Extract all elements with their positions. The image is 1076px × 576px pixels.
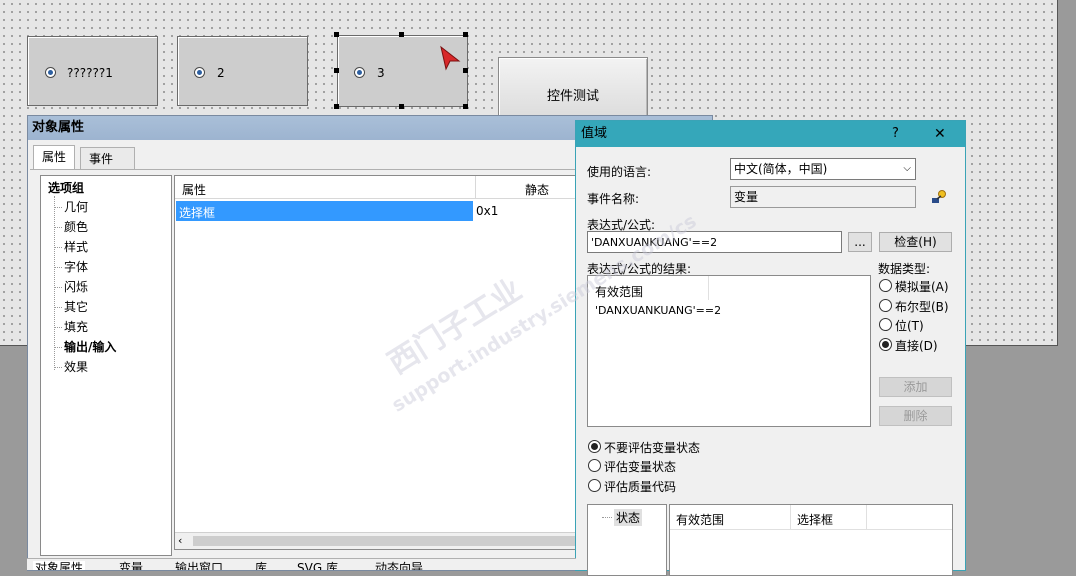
datatype-label-bit: 位(T) bbox=[895, 319, 924, 333]
event-name-label: 事件名称: bbox=[587, 192, 640, 206]
datatype-label-direct: 直接(D) bbox=[895, 339, 938, 353]
close-button[interactable]: ✕ bbox=[934, 121, 946, 147]
selection-handle[interactable] bbox=[463, 32, 468, 37]
delete-button[interactable]: 删除 bbox=[879, 406, 952, 426]
dialog-title-bar: 值域 ? ✕ bbox=[576, 121, 965, 147]
grid-row-selected[interactable]: 选择框 bbox=[176, 201, 473, 221]
grid-header-static[interactable]: 静态 bbox=[525, 181, 549, 198]
browse-button[interactable]: ... bbox=[848, 232, 872, 252]
radio-option-label: 3 bbox=[377, 66, 385, 80]
radio-button-icon[interactable] bbox=[194, 67, 205, 78]
tab-properties[interactable]: 属性 bbox=[33, 145, 76, 170]
tree-item-output-input[interactable]: 输出/输入 bbox=[53, 338, 116, 356]
radio-option-box-2[interactable]: 2 bbox=[177, 36, 308, 106]
selection-handle[interactable] bbox=[334, 104, 339, 109]
event-name-value: 变量 bbox=[734, 190, 759, 204]
eval-label-tag-status: 评估变量状态 bbox=[604, 460, 677, 474]
radio-option-label: 2 bbox=[217, 66, 225, 80]
eval-radio-tag-status[interactable] bbox=[588, 459, 601, 472]
datatype-radio-boolean[interactable] bbox=[879, 299, 892, 312]
tab-events[interactable]: 事件 bbox=[80, 147, 135, 170]
grid-row-name: 选择框 bbox=[179, 206, 216, 220]
language-value: 中文(简体，中国) bbox=[734, 162, 828, 176]
datatype-label: 数据类型: bbox=[878, 262, 931, 276]
datatype-radio-bit[interactable] bbox=[879, 318, 892, 331]
eval-label-quality-code: 评估质量代码 bbox=[604, 480, 677, 494]
tree-item-filling[interactable]: 填充 bbox=[53, 318, 88, 336]
tree-item-geometry[interactable]: 几何 bbox=[53, 198, 88, 216]
tree-root[interactable]: 选项组 bbox=[48, 179, 84, 196]
property-tree[interactable]: 选项组 几何 颜色 样式 字体 闪烁 其它 填充 输出/输入 效果 bbox=[40, 175, 172, 556]
datatype-label-analog: 模拟量(A) bbox=[895, 280, 949, 294]
result-row[interactable]: 'DANXUANKUANG'==2 bbox=[595, 304, 721, 317]
status-tree[interactable]: 状态 bbox=[587, 504, 667, 576]
tree-item-font[interactable]: 字体 bbox=[53, 258, 88, 276]
event-name-field: 变量 bbox=[730, 186, 916, 208]
radio-button-icon[interactable] bbox=[45, 67, 56, 78]
bottom-tab-strip: 对象属性 变量 输出窗口 库 SVG 库 动态向导 bbox=[27, 558, 576, 570]
status-table-header-range[interactable]: 有效范围 bbox=[676, 511, 724, 528]
status-table-header-checkbox[interactable]: 选择框 bbox=[797, 511, 833, 528]
language-label: 使用的语言: bbox=[587, 165, 652, 179]
panel-title: 对象属性 bbox=[32, 120, 85, 135]
control-test-button[interactable]: 控件测试 bbox=[498, 57, 648, 119]
value-range-dialog: 值域 ? ✕ 使用的语言: 中文(简体，中国) ⌵ 事件名称: 变量 表达式/公… bbox=[575, 120, 966, 576]
help-button[interactable]: ? bbox=[892, 121, 899, 147]
tree-item-misc[interactable]: 其它 bbox=[53, 298, 88, 316]
status-table[interactable]: 有效范围 选择框 bbox=[669, 504, 953, 576]
eval-radio-none[interactable] bbox=[588, 440, 601, 453]
datatype-label-boolean: 布尔型(B) bbox=[895, 300, 949, 314]
chevron-down-icon[interactable]: ⌵ bbox=[903, 159, 911, 179]
eval-label-none: 不要评估变量状态 bbox=[604, 441, 701, 455]
scroll-left-icon[interactable]: ‹ bbox=[178, 534, 182, 547]
radio-option-box-3-selected[interactable]: 3 bbox=[337, 35, 468, 107]
radio-option-box-1[interactable]: ??????1 bbox=[27, 36, 158, 106]
selection-handle[interactable] bbox=[399, 104, 404, 109]
radio-button-icon[interactable] bbox=[354, 67, 365, 78]
check-button[interactable]: 检查(H) bbox=[879, 232, 952, 252]
tree-item-color[interactable]: 颜色 bbox=[53, 218, 88, 236]
selection-handle[interactable] bbox=[463, 104, 468, 109]
grid-row-value: 0x1 bbox=[476, 204, 499, 218]
dialog-title: 值域 bbox=[581, 126, 608, 141]
tree-item-flashing[interactable]: 闪烁 bbox=[53, 278, 88, 296]
tree-item-style[interactable]: 样式 bbox=[53, 238, 88, 256]
status-tree-item[interactable]: 状态 bbox=[614, 509, 643, 526]
selection-handle[interactable] bbox=[334, 68, 339, 73]
datatype-radio-direct[interactable] bbox=[879, 338, 892, 351]
selection-handle[interactable] bbox=[463, 68, 468, 73]
add-button[interactable]: 添加 bbox=[879, 377, 952, 397]
grid-header-property[interactable]: 属性 bbox=[182, 181, 206, 198]
tree-item-effects[interactable]: 效果 bbox=[53, 358, 88, 376]
selection-handle[interactable] bbox=[334, 32, 339, 37]
mouse-cursor-icon bbox=[440, 45, 461, 71]
language-select[interactable]: 中文(简体，中国) ⌵ bbox=[730, 158, 916, 180]
tag-select-icon[interactable] bbox=[931, 189, 947, 205]
radio-option-label: ??????1 bbox=[67, 66, 113, 80]
eval-radio-quality-code[interactable] bbox=[588, 479, 601, 492]
datatype-radio-analog[interactable] bbox=[879, 279, 892, 292]
selection-handle[interactable] bbox=[399, 32, 404, 37]
result-table[interactable]: 有效范围 'DANXUANKUANG'==2 bbox=[587, 275, 871, 427]
